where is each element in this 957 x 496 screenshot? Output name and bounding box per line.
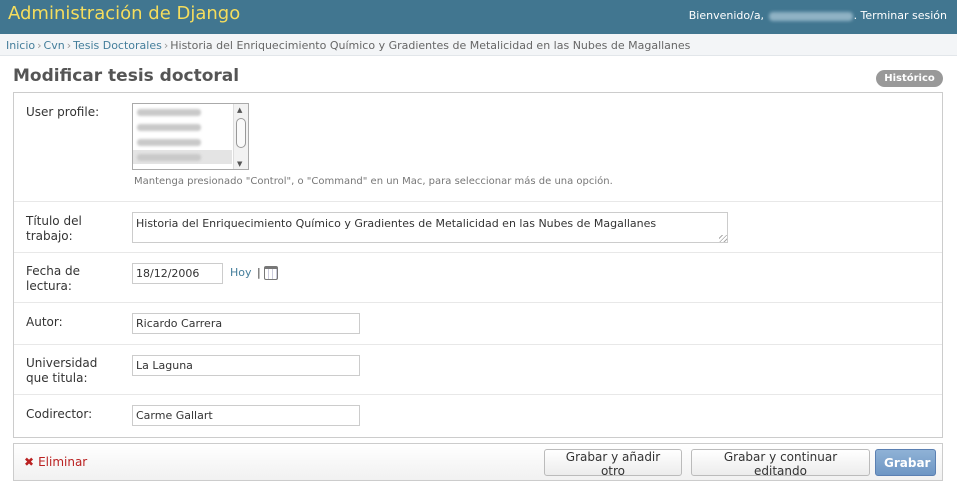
header: Administración de Django Bienvenido/a, .… [0, 0, 957, 34]
breadcrumb-tesis[interactable]: Tesis Doctorales [73, 39, 162, 52]
select-option[interactable] [137, 135, 230, 149]
breadcrumb-separator: › [163, 39, 169, 52]
breadcrumb: Inicio › Cvn › Tesis Doctorales › Historia del… [0, 34, 957, 56]
user-profile-multiselect[interactable]: ▲ ▼ [132, 103, 249, 170]
calendar-icon[interactable] [264, 266, 278, 280]
history-button[interactable]: Histórico [876, 70, 943, 87]
breadcrumb-home[interactable]: Inicio [6, 39, 35, 52]
form-row-codirector: Codirector: [14, 395, 942, 439]
form-row-titulo: Título del trabajo: Historia del Enriquec… [14, 202, 942, 253]
page-title: Modificar tesis doctoral [13, 66, 240, 86]
form-row-user-profile: User profile: ▲ ▼ Mantenga presionado "C… [14, 93, 942, 202]
select-option-selected[interactable] [133, 150, 232, 164]
resize-grip-icon[interactable] [719, 235, 727, 242]
select-scrollbar[interactable]: ▲ ▼ [233, 104, 248, 169]
scroll-thumb[interactable] [236, 118, 246, 148]
date-separator: | [257, 266, 261, 279]
scroll-down-icon[interactable]: ▼ [237, 160, 242, 168]
submit-row: ✖ Eliminar Grabar y añadir otro Grabar y … [13, 443, 943, 481]
user-tools: Bienvenido/a, . Terminar sesión [689, 9, 947, 22]
delete-label: Eliminar [38, 455, 88, 469]
site-branding[interactable]: Administración de Django [8, 3, 240, 24]
breadcrumb-cvn[interactable]: Cvn [44, 39, 65, 52]
welcome-text: Bienvenido/a, [688, 9, 765, 22]
delete-link[interactable]: ✖ Eliminar [24, 455, 87, 469]
universidad-input[interactable] [132, 355, 360, 376]
universidad-label: Universidad que titula: [26, 356, 98, 385]
scroll-up-icon[interactable]: ▲ [237, 106, 242, 114]
username-redacted [768, 11, 853, 21]
today-link[interactable]: Hoy [230, 266, 252, 279]
breadcrumb-current: Historia del Enriquecimiento Químico y G… [170, 39, 691, 52]
titulo-textarea[interactable]: Historia del Enriquecimiento Químico y G… [132, 212, 728, 243]
autor-input[interactable] [132, 313, 360, 334]
titulo-label: Título del trabajo: [26, 214, 82, 243]
help-text: Mantenga presionado "Control", o "Comman… [134, 176, 613, 187]
save-and-continue-button[interactable]: Grabar y continuar editando [691, 449, 870, 478]
user-profile-label: User profile: [26, 105, 100, 119]
form-fieldset: User profile: ▲ ▼ Mantenga presionado "C… [13, 92, 943, 438]
breadcrumb-separator: › [66, 39, 72, 52]
form-row-autor: Autor: [14, 303, 942, 345]
select-option[interactable] [137, 105, 230, 119]
form-row-fecha: Fecha delectura: Hoy | [14, 253, 942, 303]
form-row-universidad: Universidad que titula: [14, 345, 942, 395]
fecha-input[interactable] [132, 263, 223, 284]
codirector-label: Codirector: [26, 407, 93, 421]
codirector-input[interactable] [132, 405, 360, 426]
fecha-label: Fecha de lectura: [26, 264, 80, 293]
breadcrumb-separator: › [37, 39, 42, 52]
logout-link[interactable]: . Terminar sesión [854, 9, 947, 22]
save-and-add-button[interactable]: Grabar y añadir otro [544, 449, 682, 478]
delete-icon: ✖ [24, 455, 35, 469]
autor-label: Autor: [26, 315, 63, 329]
save-button[interactable]: Grabar [875, 449, 936, 476]
select-option[interactable] [137, 120, 230, 134]
